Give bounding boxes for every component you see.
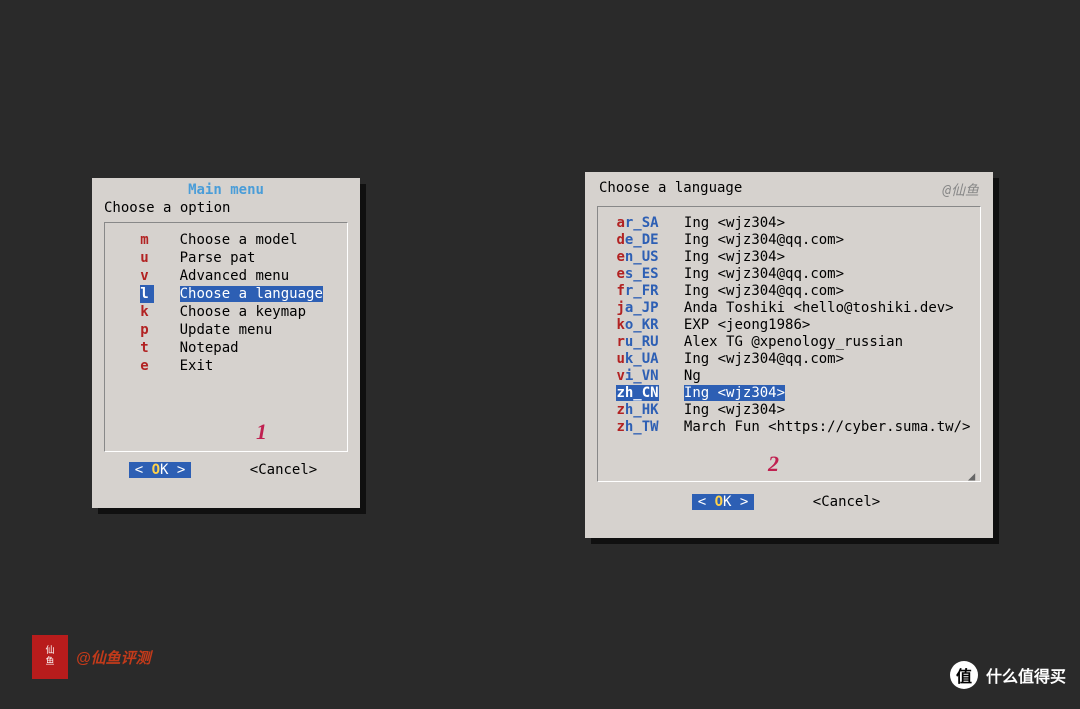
menu-item[interactable]: u Parse pat [115, 249, 337, 267]
menu-item-key: e [140, 357, 154, 375]
annotation-2: 2 [768, 451, 779, 477]
locale-author: Ng [684, 368, 701, 384]
menu-item-key: p [140, 321, 154, 339]
menu-item[interactable]: k Choose a keymap [115, 303, 337, 321]
locale-code: vi_VN [616, 368, 658, 384]
locale-code: en_US [616, 249, 658, 265]
menu-item-label: Notepad [180, 340, 239, 356]
locale-author: Ing <wjz304@qq.com> [684, 351, 844, 367]
main-menu-prompt: Choose a option [92, 198, 360, 222]
stamp-seal-icon: 仙鱼 [32, 635, 68, 679]
stamp-label: @仙鱼评测 [76, 647, 151, 668]
menu-item-label: Choose a keymap [180, 304, 306, 320]
annotation-1: 1 [256, 419, 267, 445]
menu-item[interactable]: v Advanced menu [115, 267, 337, 285]
menu-item-label: Exit [180, 358, 214, 374]
menu-item-label: Parse pat [180, 250, 256, 266]
locale-author: Ing <wjz304> [684, 249, 785, 265]
locale-code: uk_UA [616, 351, 658, 367]
locale-author: Ing <wjz304@qq.com> [684, 266, 844, 282]
locale-author: Ing <wjz304@qq.com> [684, 232, 844, 248]
locale-author: Ing <wjz304> [684, 385, 785, 401]
locale-code: ru_RU [616, 334, 658, 350]
smzdm-watermark: 值 什么值得买 [950, 661, 1066, 689]
menu-item-key: l [140, 285, 154, 303]
locale-author: March Fun <https://cyber.suma.tw/> [684, 419, 971, 435]
locale-author: EXP <jeong1986> [684, 317, 810, 333]
language-item[interactable]: ja_JP Anda Toshiki <hello@toshiki.dev> [608, 300, 970, 317]
main-menu-dialog: Main menu Choose a option m Choose a mod… [92, 178, 360, 508]
locale-author: Ing <wjz304> [684, 215, 785, 231]
menu-item-label: Update menu [180, 322, 273, 338]
language-item[interactable]: ar_SA Ing <wjz304> [608, 215, 970, 232]
language-item[interactable]: zh_CN Ing <wjz304> [608, 385, 970, 402]
smzdm-badge-icon: 值 [950, 661, 978, 689]
locale-code: ko_KR [616, 317, 658, 333]
language-prompt: Choose a language [599, 180, 742, 200]
locale-author: Ing <wjz304> [684, 402, 785, 418]
language-item[interactable]: en_US Ing <wjz304> [608, 249, 970, 266]
menu-item-label: Choose a language [180, 286, 323, 302]
menu-item[interactable]: l Choose a language [115, 285, 337, 303]
language-dialog: Choose a language @仙鱼 ar_SA Ing <wjz304>… [585, 172, 993, 538]
resize-handle-icon: ◢ [968, 469, 978, 479]
cancel-button[interactable]: <Cancel> [244, 462, 323, 478]
ok-button[interactable]: < OK > [129, 462, 192, 478]
locale-author: Ing <wjz304@qq.com> [684, 283, 844, 299]
menu-item-key: v [140, 267, 154, 285]
locale-code: de_DE [616, 232, 658, 248]
menu-item[interactable]: m Choose a model [115, 231, 337, 249]
locale-code: zh_HK [616, 402, 658, 418]
author-stamp: 仙鱼 @仙鱼评测 [32, 635, 151, 679]
language-list[interactable]: ar_SA Ing <wjz304> de_DE Ing <wjz304@qq.… [597, 206, 981, 482]
language-item[interactable]: zh_TW March Fun <https://cyber.suma.tw/> [608, 419, 970, 436]
locale-code: zh_CN [616, 385, 658, 401]
locale-code: fr_FR [616, 283, 658, 299]
language-item[interactable]: es_ES Ing <wjz304@qq.com> [608, 266, 970, 283]
main-menu-buttons: < OK > <Cancel> [92, 452, 360, 492]
language-item[interactable]: vi_VN Ng [608, 368, 970, 385]
main-menu-list[interactable]: m Choose a model u Parse pat v Advanced … [104, 222, 348, 452]
locale-author: Alex TG @xpenology_russian [684, 334, 903, 350]
menu-item-key: k [140, 303, 154, 321]
watermark: @仙鱼 [943, 180, 979, 200]
locale-author: Anda Toshiki <hello@toshiki.dev> [684, 300, 954, 316]
ok-button[interactable]: < OK > [692, 494, 755, 510]
menu-item-label: Advanced menu [180, 268, 290, 284]
language-item[interactable]: uk_UA Ing <wjz304@qq.com> [608, 351, 970, 368]
language-item[interactable]: de_DE Ing <wjz304@qq.com> [608, 232, 970, 249]
smzdm-label: 什么值得买 [986, 663, 1066, 687]
menu-item-label: Choose a model [180, 232, 298, 248]
language-buttons: < OK > <Cancel> [585, 482, 993, 522]
menu-item[interactable]: p Update menu [115, 321, 337, 339]
menu-item-key: t [140, 339, 154, 357]
language-item[interactable]: zh_HK Ing <wjz304> [608, 402, 970, 419]
language-item[interactable]: fr_FR Ing <wjz304@qq.com> [608, 283, 970, 300]
menu-item[interactable]: e Exit [115, 357, 337, 375]
locale-code: zh_TW [616, 419, 658, 435]
locale-code: ja_JP [616, 300, 658, 316]
locale-code: es_ES [616, 266, 658, 282]
main-menu-title: Main menu [92, 178, 360, 198]
cancel-button[interactable]: <Cancel> [807, 494, 886, 510]
language-item[interactable]: ru_RU Alex TG @xpenology_russian [608, 334, 970, 351]
menu-item-key: u [140, 249, 154, 267]
menu-item-key: m [140, 231, 154, 249]
language-item[interactable]: ko_KR EXP <jeong1986> [608, 317, 970, 334]
menu-item[interactable]: t Notepad [115, 339, 337, 357]
locale-code: ar_SA [616, 215, 658, 231]
